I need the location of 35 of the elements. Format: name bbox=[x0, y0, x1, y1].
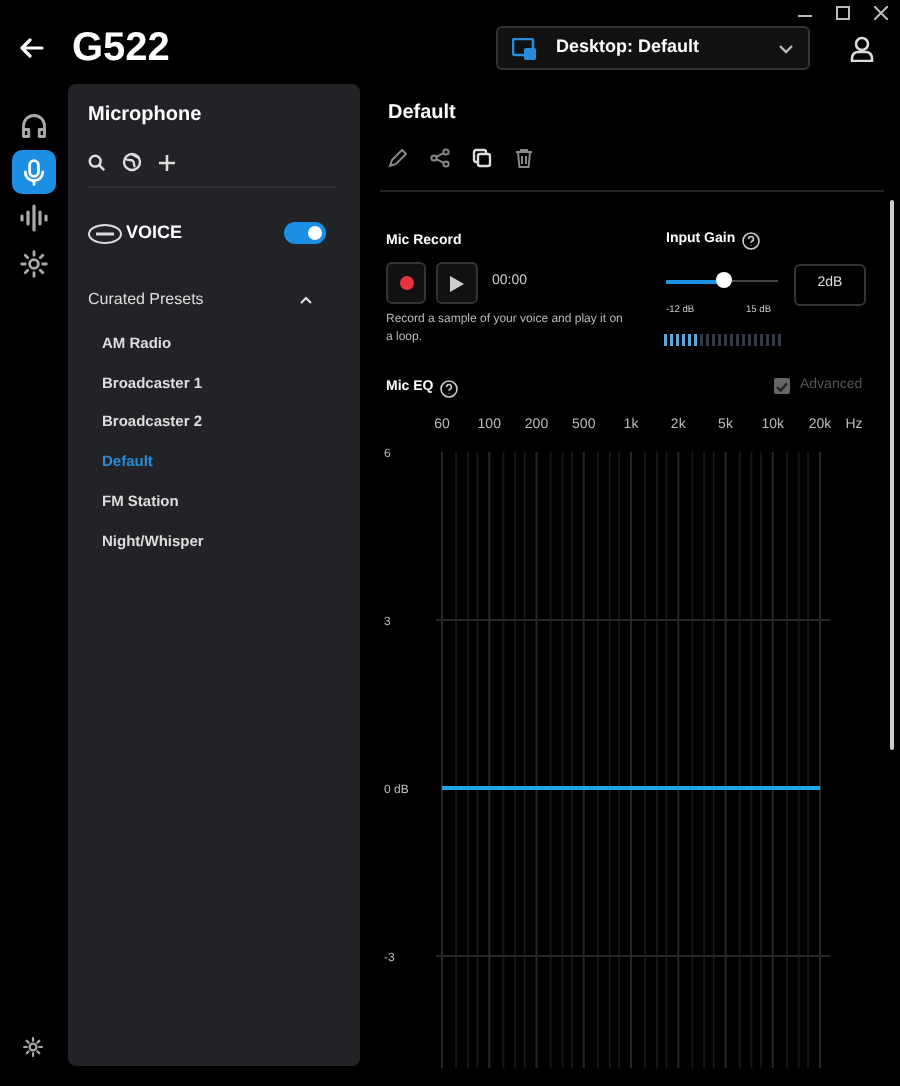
close-icon[interactable] bbox=[874, 6, 888, 20]
share-icon[interactable] bbox=[430, 148, 450, 168]
gain-slider[interactable] bbox=[666, 272, 778, 290]
record-icon bbox=[399, 276, 413, 290]
copy-icon[interactable] bbox=[472, 148, 492, 168]
headphones-icon[interactable] bbox=[20, 112, 48, 140]
globe-icon[interactable] bbox=[122, 152, 142, 172]
record-button[interactable] bbox=[386, 262, 426, 304]
window-title: G522 bbox=[72, 24, 170, 74]
back-arrow-icon[interactable] bbox=[20, 38, 44, 58]
play-button[interactable] bbox=[436, 262, 478, 304]
preset-title: Default bbox=[388, 100, 456, 128]
pencil-icon[interactable] bbox=[388, 148, 408, 168]
settings-icon[interactable] bbox=[22, 1036, 44, 1058]
rail-tab[interactable] bbox=[12, 150, 56, 194]
sidebar-title: Microphone bbox=[88, 102, 204, 130]
scrollbar[interactable] bbox=[890, 200, 894, 750]
play-icon bbox=[450, 275, 464, 291]
maximize-icon[interactable] bbox=[836, 6, 850, 20]
help-icon[interactable] bbox=[741, 231, 760, 250]
profile-dropdown[interactable]: Desktop: Default bbox=[496, 26, 810, 70]
section-header[interactable]: Curated Presets bbox=[88, 287, 340, 311]
voice-toggle[interactable] bbox=[284, 222, 326, 245]
waveform-icon[interactable] bbox=[18, 204, 50, 232]
help-icon[interactable] bbox=[439, 379, 458, 398]
user-icon[interactable] bbox=[850, 35, 874, 61]
search-icon[interactable] bbox=[88, 153, 106, 171]
trash-icon[interactable] bbox=[514, 148, 534, 168]
voice-label: VOICE bbox=[126, 220, 183, 246]
sun-icon[interactable] bbox=[20, 250, 48, 278]
chevron-icon bbox=[300, 295, 312, 303]
chevron-down-icon bbox=[778, 43, 794, 53]
plus-icon[interactable] bbox=[158, 153, 176, 171]
logo-icon bbox=[88, 223, 122, 244]
desktop-icon bbox=[512, 37, 536, 59]
